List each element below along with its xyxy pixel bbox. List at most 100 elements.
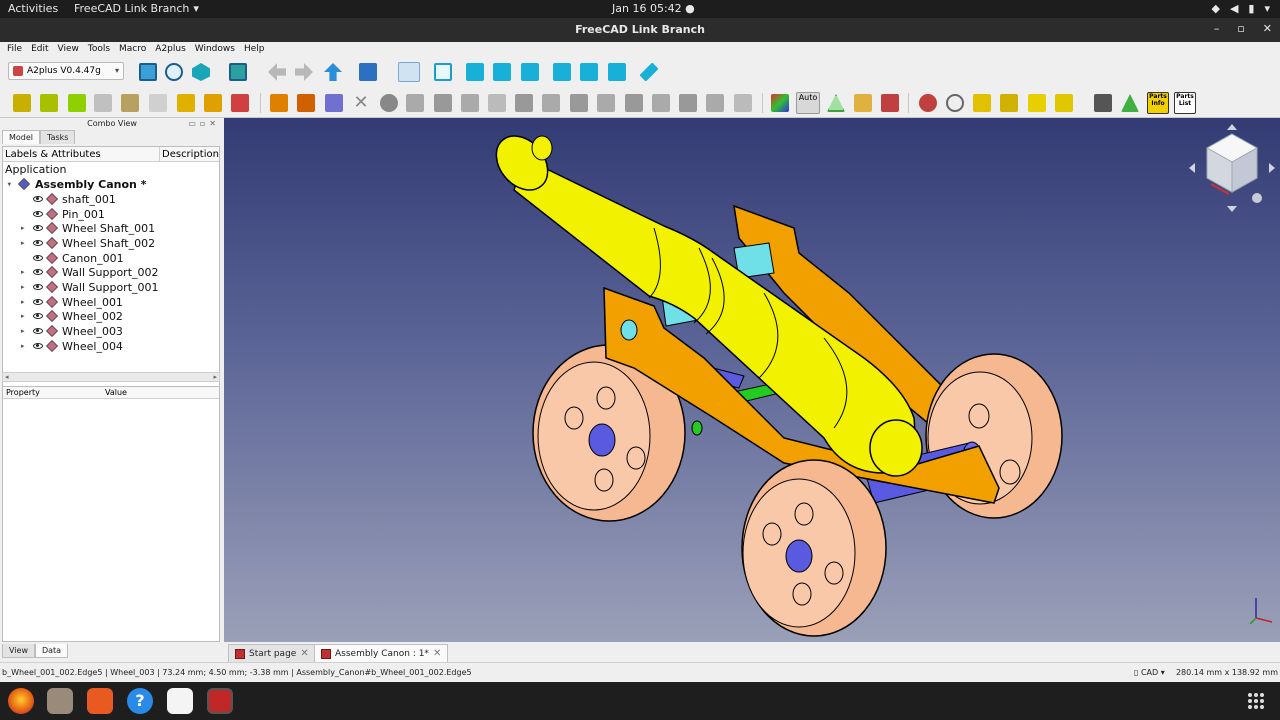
tree-item[interactable]: ▸ Wheel_001 [3,295,219,310]
tab-tasks[interactable]: Tasks [40,130,76,144]
firefox-icon[interactable] [8,688,34,714]
menu-macro[interactable]: Macro [119,42,146,56]
eye-icon[interactable] [33,284,43,290]
activities-button[interactable]: Activities [8,2,58,15]
tree-header-description[interactable]: Description [159,147,219,162]
app-menu[interactable]: FreeCAD Link Branch ▾ [74,2,199,15]
tree-root-application[interactable]: Application [5,162,66,177]
eye-icon[interactable] [33,211,43,217]
tree-item[interactable]: Canon_001 [3,251,219,266]
back-arrow-icon[interactable] [268,63,286,81]
view-rear-icon[interactable] [553,63,571,81]
tree-item[interactable]: ▸ Wheel Shaft_002 [3,236,219,251]
menu-tools[interactable]: Tools [88,42,110,56]
convert-part-icon[interactable] [149,94,167,112]
label-icon[interactable] [1028,94,1046,112]
parts-info-button[interactable]: Parts Info [1147,92,1169,114]
eye-icon[interactable] [33,255,43,261]
zoom-box-icon[interactable] [398,62,420,82]
view-top-icon[interactable] [493,63,511,81]
tab-view[interactable]: View [2,644,35,658]
fix-part-icon[interactable] [231,94,249,112]
link-navigation-icon[interactable] [359,63,377,81]
solve-step-icon[interactable] [297,94,315,112]
scroll-right-icon[interactable]: ▸ [213,373,217,381]
view-isometric-icon[interactable] [434,63,452,81]
tree-item[interactable]: ▸ Wheel_002 [3,309,219,324]
select-part-icon[interactable] [973,94,991,112]
tree-document-assembly[interactable]: ▸ Assembly Canon * [3,177,219,192]
expand-arrow-icon[interactable]: ▸ [21,221,25,236]
tree-item[interactable]: Pin_001 [3,207,219,222]
scroll-left-icon[interactable]: ◂ [5,373,9,381]
expand-arrow-icon[interactable]: ▸ [21,295,25,310]
restore-icon[interactable]: ▫ [1237,22,1244,35]
tree-item[interactable]: ▸ Wheel_003 [3,324,219,339]
plane-icon[interactable] [734,94,752,112]
fit-selection-icon[interactable] [165,63,183,81]
propagate-icon[interactable] [325,94,343,112]
eye-icon[interactable] [33,269,43,275]
axis-coincident-icon[interactable] [515,94,533,112]
eye-icon[interactable] [33,196,43,202]
eye-icon[interactable] [33,328,43,334]
view-left-icon[interactable] [608,63,626,81]
view-right-icon[interactable] [521,63,539,81]
menu-a2plus[interactable]: A2plus [155,42,186,56]
tree-item[interactable]: shaft_001 [3,192,219,207]
view-front-icon[interactable] [466,63,484,81]
point-on-line-icon[interactable] [406,94,424,112]
constraint-viewer-icon[interactable] [1094,94,1112,112]
minimize-icon[interactable]: – [1214,22,1220,35]
clock[interactable]: Jan 16 05:42 ● [612,2,695,15]
debug-icon[interactable] [881,94,899,112]
move-part-icon[interactable] [94,94,112,112]
partial-processing-icon[interactable] [1000,94,1018,112]
navigation-style[interactable]: ▯ CAD ▾ [1134,663,1165,683]
plane-coincident-icon[interactable] [652,94,670,112]
expand-arrow-icon[interactable]: ▸ [1,183,16,187]
search-icon[interactable] [946,94,964,112]
show-apps-icon[interactable] [1248,693,1264,709]
3d-viewport[interactable] [224,118,1280,642]
text-editor-icon[interactable] [167,688,193,714]
duplicate-part-icon[interactable] [121,94,139,112]
tab-start-page[interactable]: Start page ✕ [228,644,316,662]
menu-edit[interactable]: Edit [31,42,48,56]
expand-arrow-icon[interactable]: ▸ [21,339,25,354]
center-of-mass-icon[interactable] [706,94,724,112]
measure-icon[interactable] [639,62,659,82]
eye-icon[interactable] [33,343,43,349]
auto-solve-toggle[interactable]: Auto [796,92,820,114]
stereo-icon[interactable] [229,63,247,81]
tree-header-labels[interactable]: Labels & Attributes [5,149,101,160]
parts-list-button[interactable]: Parts List [1174,92,1196,114]
angled-planes-icon[interactable] [679,94,697,112]
fit-all-icon[interactable] [139,63,157,81]
menu-view[interactable]: View [58,42,79,56]
expand-arrow-icon[interactable]: ▸ [21,236,25,251]
update-part-icon[interactable] [68,94,86,112]
axis-parallel-icon[interactable] [542,94,560,112]
tab-data[interactable]: Data [34,644,69,658]
tree-item[interactable]: ▸ Wheel_004 [3,339,219,354]
axis-plane-normal-icon[interactable] [597,94,615,112]
view-bottom-icon[interactable] [580,63,598,81]
point-identity-icon[interactable] [380,94,398,112]
draw-style-icon[interactable] [192,63,210,81]
dof-icon[interactable] [1055,94,1073,112]
property-header-property[interactable]: Property [6,388,40,397]
sphere-center-icon[interactable] [461,94,479,112]
expand-arrow-icon[interactable]: ▸ [21,265,25,280]
delete-constraints-icon[interactable]: ✕ [352,94,370,112]
edit-part-icon[interactable] [177,94,195,112]
tree-item[interactable]: ▸ Wall Support_001 [3,280,219,295]
eye-icon[interactable] [33,225,43,231]
close-icon[interactable]: ✕ [433,645,441,663]
up-arrow-icon[interactable] [324,63,342,81]
forward-arrow-icon[interactable] [295,63,313,81]
files-icon[interactable] [47,688,73,714]
expand-arrow-icon[interactable]: ▸ [21,309,25,324]
bill-of-materials-icon[interactable] [854,94,872,112]
tab-model[interactable]: Model [2,130,41,144]
